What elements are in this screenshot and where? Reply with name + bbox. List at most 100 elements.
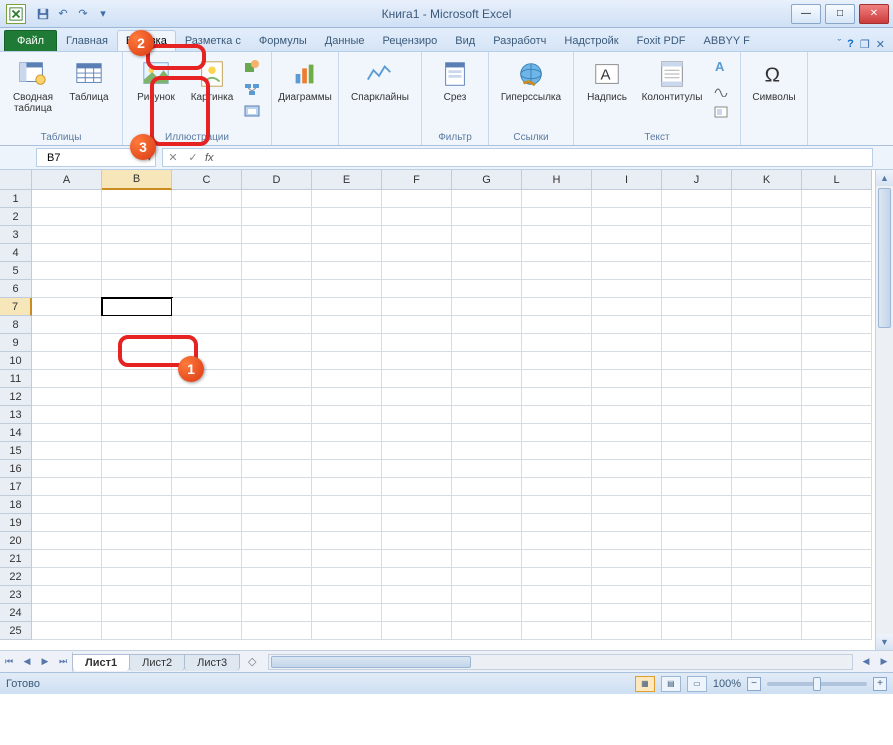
cell-D9[interactable] [242,334,312,352]
cell-D3[interactable] [242,226,312,244]
cell-C24[interactable] [172,604,242,622]
cell-E17[interactable] [312,478,382,496]
cell-K3[interactable] [732,226,802,244]
cell-C7[interactable] [172,298,242,316]
cell-H25[interactable] [522,622,592,640]
cell-B25[interactable] [102,622,172,640]
cell-C3[interactable] [172,226,242,244]
cell-E4[interactable] [312,244,382,262]
cell-E6[interactable] [312,280,382,298]
column-header-G[interactable]: G [452,170,522,190]
zoom-slider[interactable] [767,682,867,686]
cell-D5[interactable] [242,262,312,280]
cell-E3[interactable] [312,226,382,244]
cell-E18[interactable] [312,496,382,514]
cell-L8[interactable] [802,316,872,334]
cell-J12[interactable] [662,388,732,406]
cell-F19[interactable] [382,514,452,532]
cell-I6[interactable] [592,280,662,298]
cell-L24[interactable] [802,604,872,622]
cell-B18[interactable] [102,496,172,514]
cell-A23[interactable] [32,586,102,604]
close-button[interactable]: ✕ [859,4,889,24]
cell-H21[interactable] [522,550,592,568]
cell-L10[interactable] [802,352,872,370]
cell-B24[interactable] [102,604,172,622]
cell-G24[interactable] [452,604,522,622]
cell-L7[interactable] [802,298,872,316]
cell-C21[interactable] [172,550,242,568]
shapes-icon[interactable] [241,55,263,77]
cell-H2[interactable] [522,208,592,226]
cell-L17[interactable] [802,478,872,496]
row-header-11[interactable]: 11 [0,370,32,388]
ribbon-tab-5[interactable]: Рецензиро [374,30,447,51]
row-header-9[interactable]: 9 [0,334,32,352]
column-header-K[interactable]: K [732,170,802,190]
cell-K16[interactable] [732,460,802,478]
cell-I15[interactable] [592,442,662,460]
cell-F1[interactable] [382,190,452,208]
cell-D16[interactable] [242,460,312,478]
cell-B1[interactable] [102,190,172,208]
cell-G1[interactable] [452,190,522,208]
row-header-1[interactable]: 1 [0,190,32,208]
row-header-16[interactable]: 16 [0,460,32,478]
cell-F2[interactable] [382,208,452,226]
cell-K22[interactable] [732,568,802,586]
cell-A4[interactable] [32,244,102,262]
cell-C15[interactable] [172,442,242,460]
row-header-6[interactable]: 6 [0,280,32,298]
cell-J13[interactable] [662,406,732,424]
cell-H17[interactable] [522,478,592,496]
cell-F18[interactable] [382,496,452,514]
cell-A6[interactable] [32,280,102,298]
cell-J10[interactable] [662,352,732,370]
maximize-button[interactable]: □ [825,4,855,24]
cell-L21[interactable] [802,550,872,568]
cell-L12[interactable] [802,388,872,406]
cell-I16[interactable] [592,460,662,478]
cell-L20[interactable] [802,532,872,550]
row-header-22[interactable]: 22 [0,568,32,586]
cell-I9[interactable] [592,334,662,352]
object-icon[interactable] [710,101,732,123]
cell-L2[interactable] [802,208,872,226]
column-header-L[interactable]: L [802,170,872,190]
cell-I20[interactable] [592,532,662,550]
cell-A5[interactable] [32,262,102,280]
cell-I5[interactable] [592,262,662,280]
zoom-slider-knob[interactable] [813,677,821,691]
restore-window-icon[interactable]: ❐ [860,38,870,51]
cell-I24[interactable] [592,604,662,622]
sheet-nav-last[interactable]: ⏭ [54,652,72,672]
cell-D4[interactable] [242,244,312,262]
cell-J18[interactable] [662,496,732,514]
cell-I25[interactable] [592,622,662,640]
cell-G25[interactable] [452,622,522,640]
cell-K9[interactable] [732,334,802,352]
signature-icon[interactable] [710,78,732,100]
cell-L5[interactable] [802,262,872,280]
row-header-17[interactable]: 17 [0,478,32,496]
cell-B16[interactable] [102,460,172,478]
cell-I18[interactable] [592,496,662,514]
sheet-nav-next[interactable]: ▶ [36,652,54,672]
cell-H24[interactable] [522,604,592,622]
cell-K10[interactable] [732,352,802,370]
cell-E14[interactable] [312,424,382,442]
column-header-B[interactable]: B [102,170,172,190]
cell-J8[interactable] [662,316,732,334]
cell-G19[interactable] [452,514,522,532]
cell-C6[interactable] [172,280,242,298]
cell-F16[interactable] [382,460,452,478]
cell-C10[interactable] [172,352,242,370]
cell-J23[interactable] [662,586,732,604]
ribbon-tab-1[interactable]: Вставка [117,30,176,51]
horizontal-scrollbar[interactable] [268,654,853,670]
cell-F3[interactable] [382,226,452,244]
row-header-18[interactable]: 18 [0,496,32,514]
cell-B23[interactable] [102,586,172,604]
cell-F15[interactable] [382,442,452,460]
cell-J24[interactable] [662,604,732,622]
